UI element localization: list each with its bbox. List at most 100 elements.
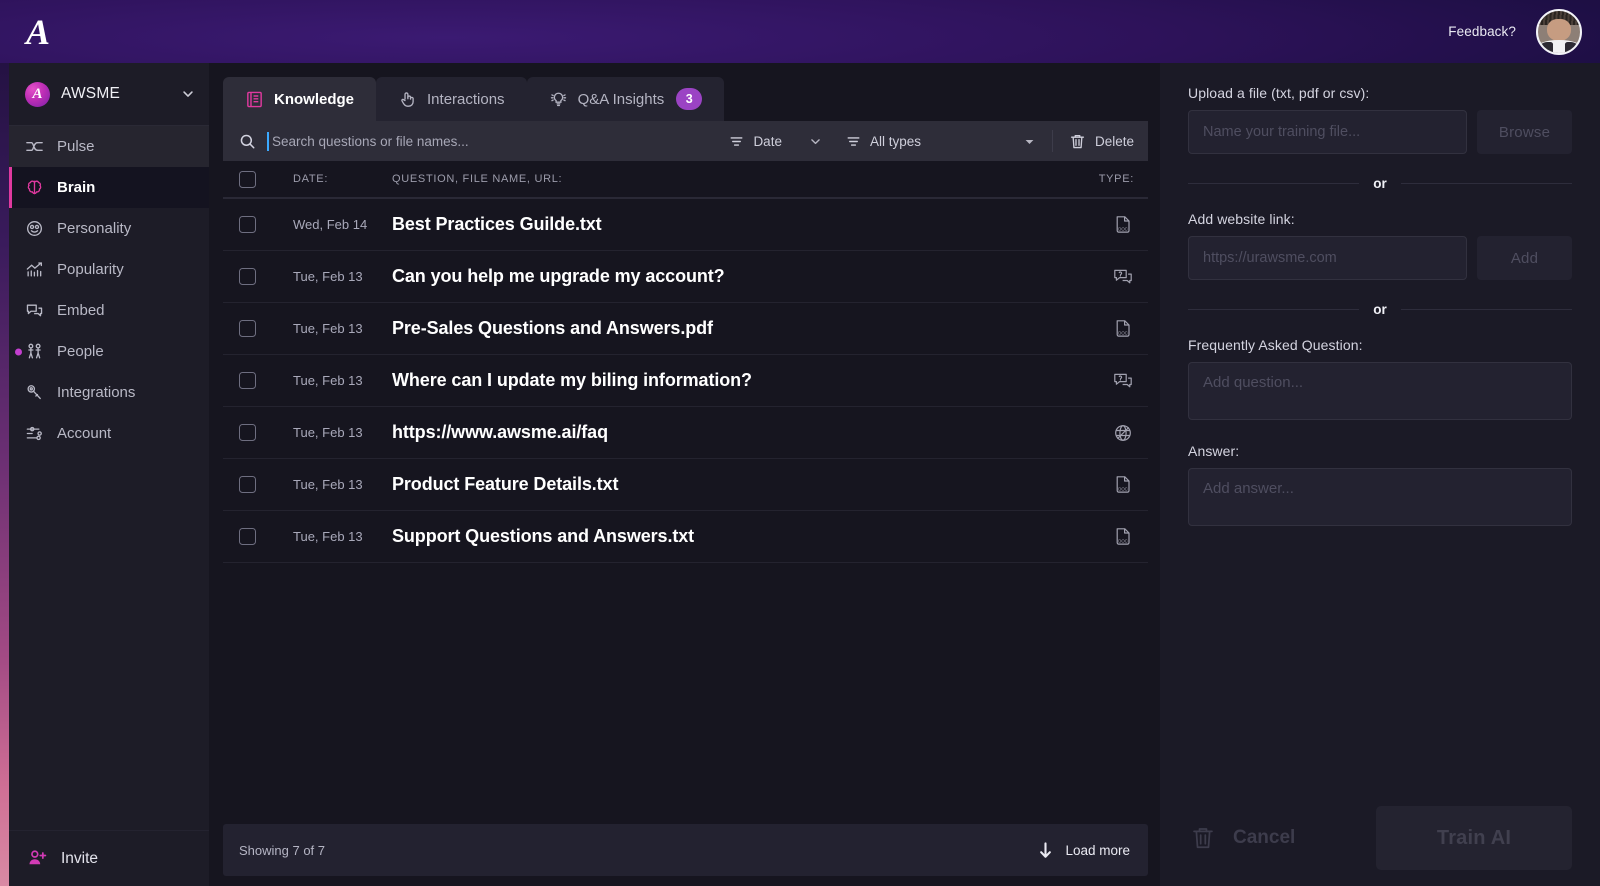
sidebar-item-popularity[interactable]: Popularity xyxy=(9,249,209,290)
cancel-button[interactable]: Cancel xyxy=(1190,825,1295,851)
table-row[interactable]: Tue, Feb 13 Product Feature Details.txt DO… xyxy=(223,459,1148,511)
invite-label: Invite xyxy=(61,849,99,867)
row-checkbox[interactable] xyxy=(239,268,256,285)
row-select-cell xyxy=(239,320,293,337)
row-date: Tue, Feb 13 xyxy=(293,373,363,388)
main-inner: Knowledge Interactions Q&A Insights 3 Se… xyxy=(209,63,1160,824)
row-date: Tue, Feb 13 xyxy=(293,529,363,544)
lightbulb-icon xyxy=(549,90,568,109)
people-icon xyxy=(25,342,44,361)
tab-interactions[interactable]: Interactions xyxy=(376,77,527,121)
filter-icon xyxy=(730,136,743,146)
qa-type-icon xyxy=(1112,266,1134,288)
popularity-icon xyxy=(25,260,44,279)
upload-file-label: Upload a file (txt, pdf or csv): xyxy=(1188,85,1370,101)
header-name: QUESTION, FILE NAME, URL: xyxy=(392,173,563,185)
invite-button[interactable]: Invite xyxy=(9,830,209,886)
main-panel: Knowledge Interactions Q&A Insights 3 Se… xyxy=(209,63,1160,886)
table-body: Wed, Feb 14 Best Practices Guilde.txt DOC T… xyxy=(223,199,1148,563)
pulse-icon xyxy=(25,137,44,156)
row-select-cell xyxy=(239,268,293,285)
web-type-icon xyxy=(1112,422,1134,444)
workspace-name: AWSME xyxy=(61,85,120,102)
sliders-icon xyxy=(25,424,44,443)
row-name: Support Questions and Answers.txt xyxy=(392,526,695,546)
unread-dot xyxy=(15,348,22,355)
faq-answer-input[interactable] xyxy=(1188,468,1572,526)
row-type: DOC xyxy=(1062,318,1134,340)
row-name: Product Feature Details.txt xyxy=(392,474,619,494)
sidebar-item-integrations[interactable]: Integrations xyxy=(9,372,209,413)
row-name: https://www.awsme.ai/faq xyxy=(392,422,608,442)
tab-badge-count: 3 xyxy=(676,88,703,110)
tab-label: Interactions xyxy=(427,90,505,108)
cancel-label: Cancel xyxy=(1233,827,1296,848)
website-link-block: Add website link: Add xyxy=(1188,211,1572,280)
sidebar-item-pulse[interactable]: Pulse xyxy=(9,126,209,167)
row-checkbox[interactable] xyxy=(239,320,256,337)
table-row[interactable]: Tue, Feb 13 https://www.awsme.ai/faq xyxy=(223,407,1148,459)
faq-answer-label: Answer: xyxy=(1188,443,1240,459)
or-divider-1: or xyxy=(1188,176,1572,191)
row-date: Tue, Feb 13 xyxy=(293,269,363,284)
tab-label: Q&A Insights xyxy=(577,90,665,108)
app-root: A Feedback? A AWSME Pulse Brain Personal… xyxy=(0,0,1600,886)
row-name: Can you help me upgrade my account? xyxy=(392,266,725,286)
browse-button[interactable]: Browse xyxy=(1477,110,1572,154)
personality-icon xyxy=(25,219,44,238)
doc-type-icon: DOC xyxy=(1112,474,1134,496)
table-row[interactable]: Wed, Feb 14 Best Practices Guilde.txt DOC xyxy=(223,199,1148,251)
tab-qa-insights[interactable]: Q&A Insights 3 xyxy=(526,77,725,121)
doc-type-icon: DOC xyxy=(1112,214,1134,236)
search-input[interactable] xyxy=(267,131,720,151)
table-row[interactable]: Tue, Feb 13 Pre-Sales Questions and Answe… xyxy=(223,303,1148,355)
table-row[interactable]: Tue, Feb 13 Where can I update my biling … xyxy=(223,355,1148,407)
sidebar-item-people[interactable]: People xyxy=(9,331,209,372)
load-more-button[interactable]: Load more xyxy=(1037,841,1130,860)
faq-question-label: Frequently Asked Question: xyxy=(1188,337,1363,353)
table-footer: Showing 7 of 7 Load more xyxy=(223,824,1148,876)
row-date: Tue, Feb 13 xyxy=(293,321,363,336)
delete-button[interactable]: Delete xyxy=(1069,133,1134,150)
sidebar-item-account[interactable]: Account xyxy=(9,413,209,454)
row-type xyxy=(1062,266,1134,288)
table-row[interactable]: Tue, Feb 13 Can you help me upgrade my ac… xyxy=(223,251,1148,303)
trash-icon xyxy=(1070,134,1084,148)
train-ai-button[interactable]: Train AI xyxy=(1376,806,1572,870)
row-checkbox[interactable] xyxy=(239,216,256,233)
select-all-checkbox[interactable] xyxy=(239,170,256,188)
workspace-selector[interactable]: A AWSME xyxy=(9,63,209,126)
sidebar-item-embed[interactable]: Embed xyxy=(9,290,209,331)
faq-question-input[interactable] xyxy=(1188,362,1572,420)
sidebar-item-brain[interactable]: Brain xyxy=(9,167,209,208)
search-icon xyxy=(240,134,255,148)
row-checkbox[interactable] xyxy=(239,528,256,545)
date-filter-dropdown[interactable]: Date xyxy=(729,134,822,149)
sidebar-item-personality[interactable]: Personality xyxy=(9,208,209,249)
row-checkbox[interactable] xyxy=(239,476,256,493)
website-link-input[interactable] xyxy=(1188,236,1467,280)
row-type: DOC xyxy=(1062,526,1134,548)
tab-bar: Knowledge Interactions Q&A Insights 3 xyxy=(223,77,1148,121)
trash-icon xyxy=(1193,828,1213,849)
type-filter-dropdown[interactable]: All types xyxy=(846,134,1036,149)
showing-count: Showing 7 of 7 xyxy=(239,842,326,858)
hand-tap-icon xyxy=(398,90,417,109)
row-select-cell xyxy=(239,424,293,441)
search-group xyxy=(239,131,720,151)
website-link-label: Add website link: xyxy=(1188,211,1295,227)
feedback-link[interactable]: Feedback? xyxy=(1448,24,1516,39)
table-row[interactable]: Tue, Feb 13 Support Questions and Answers… xyxy=(223,511,1148,563)
row-checkbox[interactable] xyxy=(239,372,256,389)
filter-icon xyxy=(847,136,860,146)
row-checkbox[interactable] xyxy=(239,424,256,441)
load-more-label: Load more xyxy=(1065,842,1130,858)
header-type: TYPE: xyxy=(1098,173,1134,185)
delete-label: Delete xyxy=(1094,133,1134,149)
avatar[interactable] xyxy=(1536,8,1582,55)
add-link-button[interactable]: Add xyxy=(1477,236,1572,280)
left-accent-strip xyxy=(0,63,9,886)
training-file-name-input[interactable] xyxy=(1188,110,1467,154)
tab-knowledge[interactable]: Knowledge xyxy=(223,77,377,121)
